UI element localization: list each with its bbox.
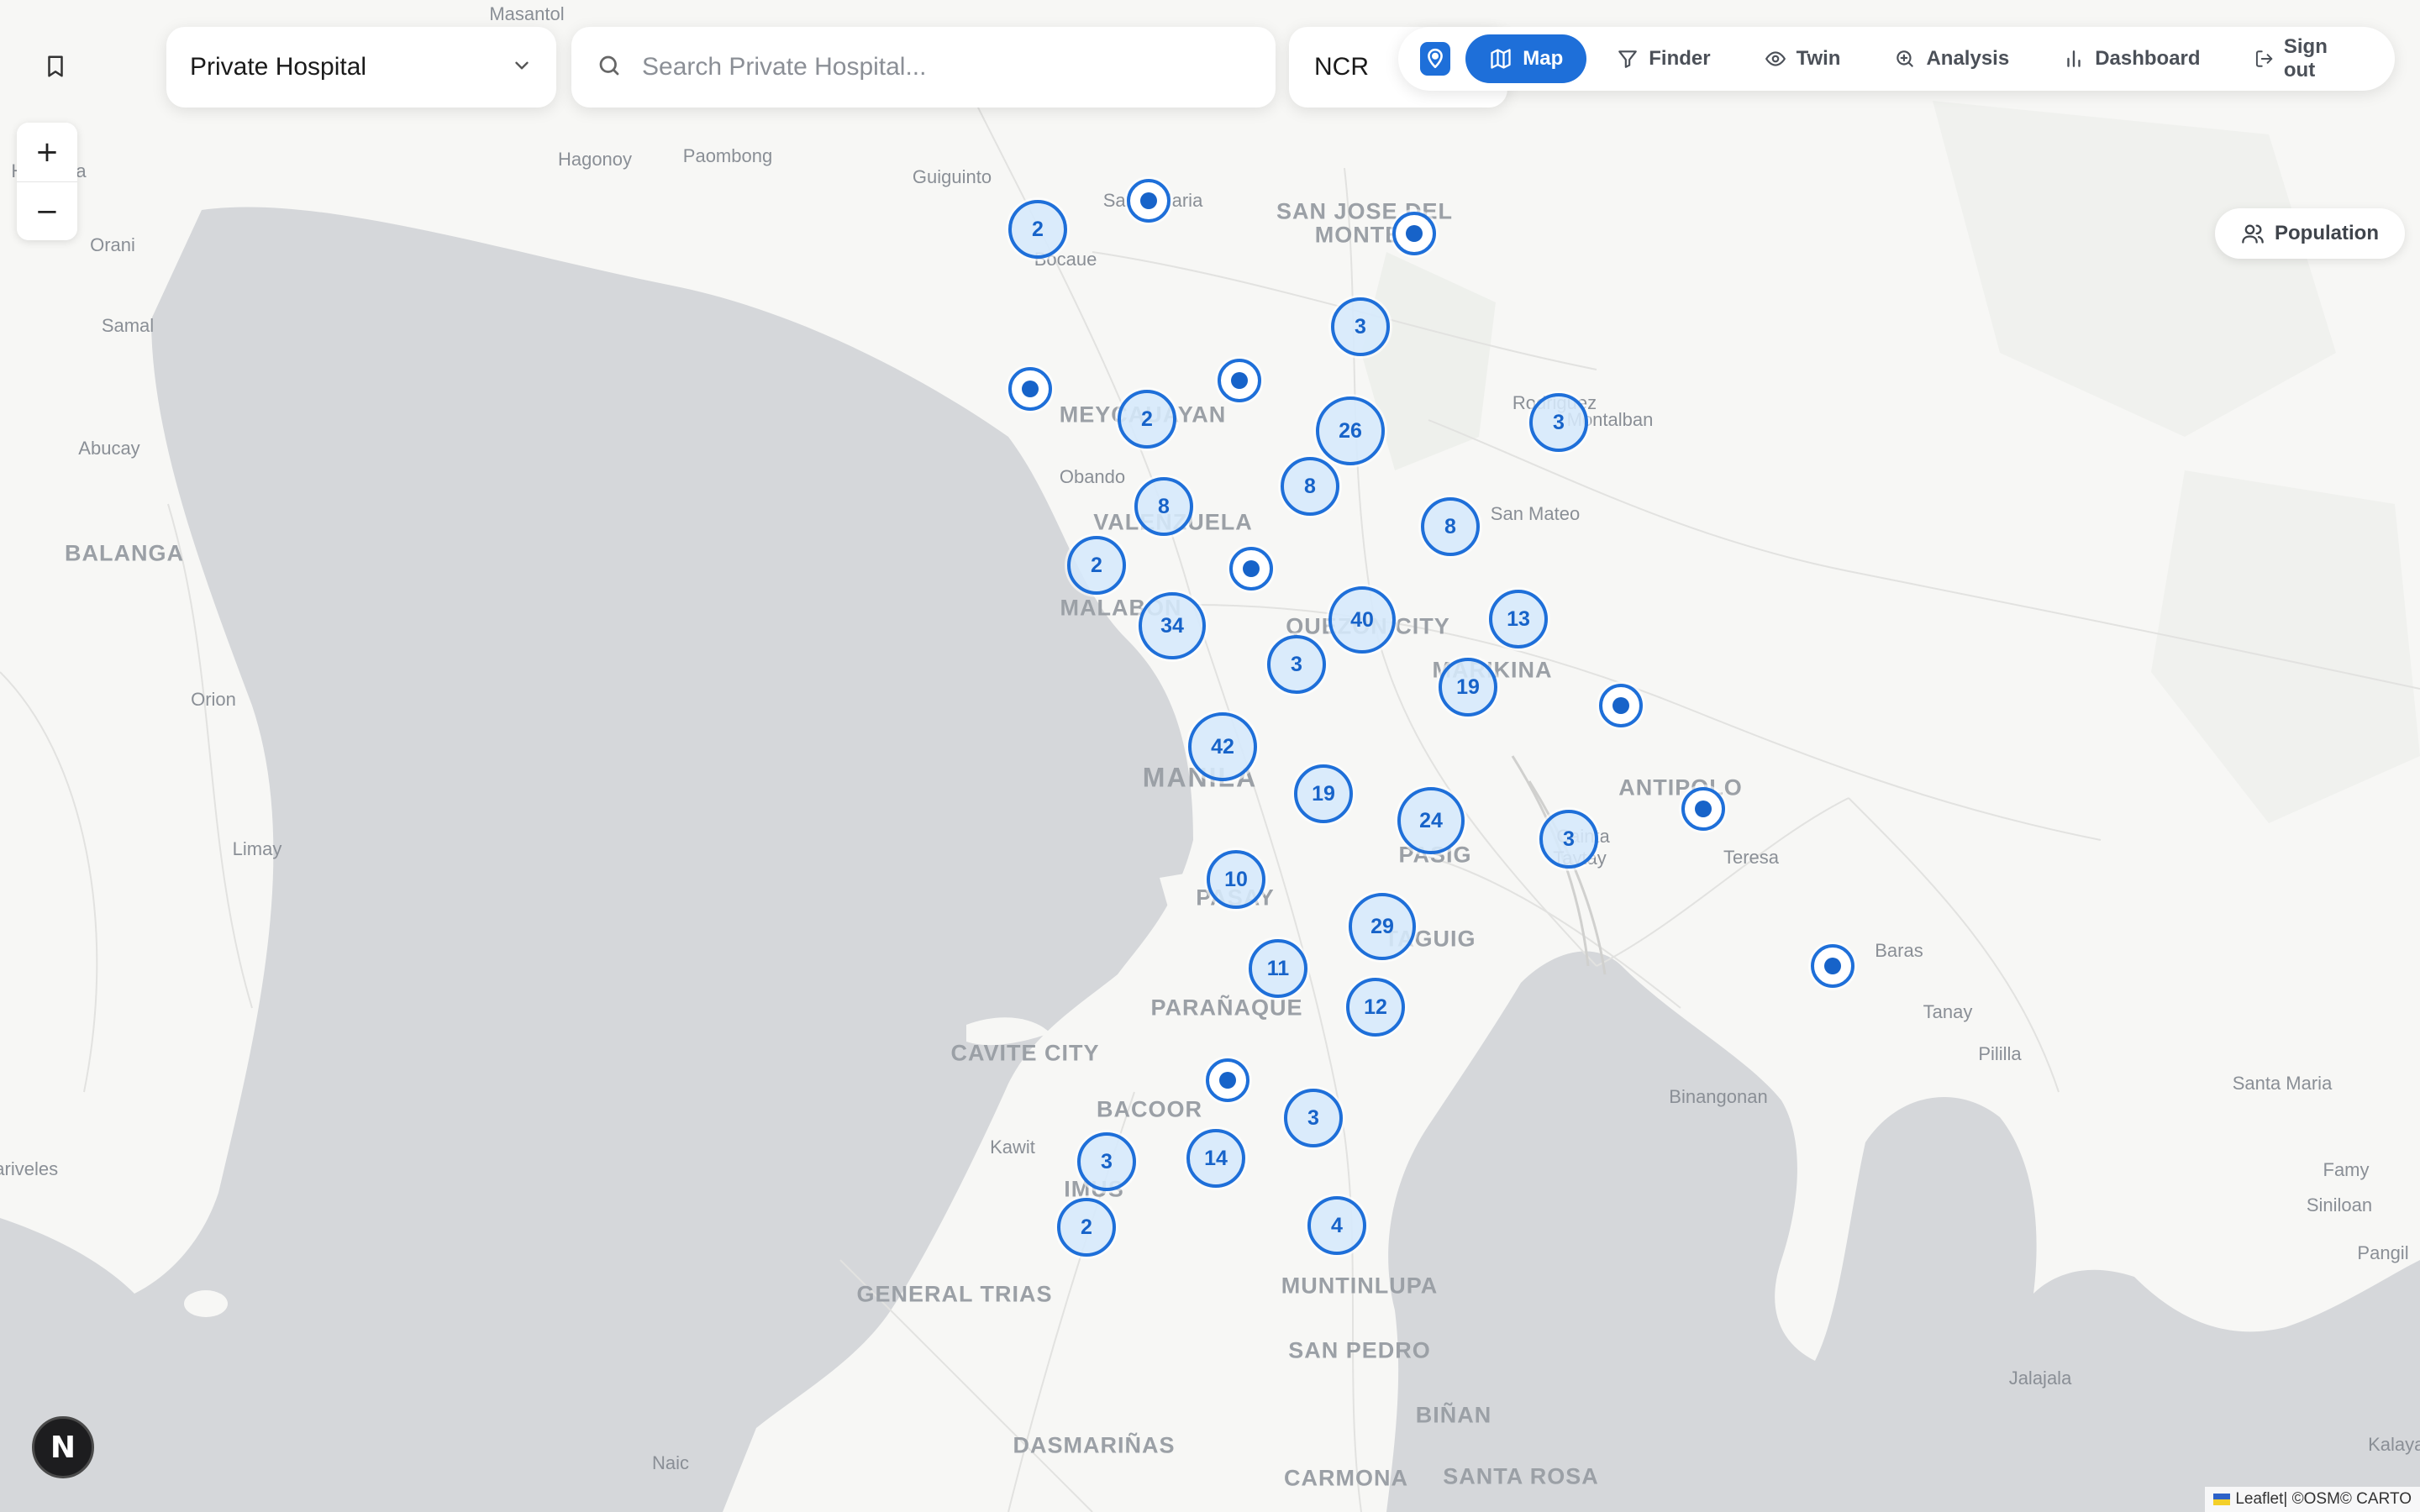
carto-credit: © CARTO [2339, 1490, 2412, 1508]
island [184, 1290, 228, 1317]
hospital-cluster-marker[interactable]: 3 [1539, 810, 1598, 869]
hospital-cluster-marker[interactable]: 10 [1207, 850, 1265, 909]
chevron-down-icon [511, 55, 533, 81]
hospital-cluster-marker[interactable]: 8 [1134, 477, 1193, 536]
hospital-cluster-marker[interactable]: 11 [1249, 939, 1307, 998]
nav-tab-twin[interactable]: Twin [1741, 34, 1865, 83]
map-attribution: Leaflet | © OSM © CARTO [2205, 1487, 2420, 1512]
hospital-cluster-marker[interactable]: 8 [1421, 497, 1480, 556]
hospital-cluster-marker[interactable]: 42 [1188, 712, 1257, 781]
nav-tab-label: Map [1523, 47, 1564, 70]
hospital-marker[interactable] [1599, 684, 1643, 727]
hospital-cluster-marker[interactable]: 2 [1057, 1198, 1116, 1257]
population-label: Population [2275, 222, 2379, 244]
flag-icon [2213, 1494, 2231, 1505]
zoom-in-button[interactable]: + [17, 123, 77, 181]
bookmark-button[interactable] [27, 39, 84, 96]
search-input[interactable] [640, 52, 1250, 82]
hospital-marker[interactable] [1392, 212, 1436, 255]
hospital-cluster-marker[interactable]: 2 [1067, 536, 1126, 595]
app-logo-icon [1420, 42, 1451, 76]
hospital-cluster-marker[interactable]: 2 [1118, 390, 1176, 449]
hospital-cluster-marker[interactable]: 4 [1307, 1196, 1366, 1255]
search-bar [571, 27, 1276, 108]
hospital-cluster-marker[interactable]: 2 [1008, 200, 1067, 259]
nav-tab-dashboard[interactable]: Dashboard [2039, 34, 2223, 83]
hospital-cluster-marker[interactable]: 24 [1397, 787, 1465, 854]
main-nav: Map Finder Twin Analysis Dashboard Sign … [1398, 27, 2395, 91]
osm-link[interactable]: OSM [2304, 1490, 2340, 1509]
hospital-cluster-marker[interactable]: 3 [1529, 393, 1588, 452]
hospital-marker[interactable] [1681, 787, 1725, 831]
next-dev-badge[interactable]: N [32, 1416, 94, 1478]
map-canvas[interactable]: Masantol Hagonoy Paombong Guiguinto Sant… [0, 0, 2420, 1512]
nav-tab-label: Dashboard [2095, 47, 2201, 70]
hospital-cluster-marker[interactable]: 3 [1284, 1089, 1343, 1147]
nav-tab-label: Twin [1796, 47, 1841, 70]
map-icon [1491, 49, 1511, 69]
nav-tab-finder[interactable]: Finder [1593, 34, 1733, 83]
hospital-cluster-marker[interactable]: 3 [1267, 635, 1326, 694]
bookmark-icon [43, 55, 68, 83]
hospital-cluster-marker[interactable]: 8 [1281, 457, 1339, 516]
hospital-marker[interactable] [1008, 367, 1052, 411]
hospital-cluster-marker[interactable]: 40 [1328, 586, 1396, 654]
zoom-control: + − [17, 123, 77, 240]
hospital-cluster-marker[interactable]: 19 [1439, 658, 1497, 717]
hospital-marker[interactable] [1206, 1058, 1249, 1102]
nav-tab-label: Finder [1649, 47, 1711, 70]
nav-tab-map[interactable]: Map [1465, 34, 1587, 83]
leaflet-link[interactable]: Leaflet [2235, 1490, 2283, 1509]
hospital-cluster-marker[interactable]: 3 [1331, 297, 1390, 356]
nav-tab-label: Sign out [2283, 35, 2328, 81]
attribution-separator: | © [2283, 1490, 2304, 1508]
logout-icon [2255, 50, 2272, 67]
hospital-cluster-marker[interactable]: 13 [1489, 590, 1548, 648]
nav-tab-sign-out[interactable]: Sign out [2231, 34, 2380, 83]
hospital-cluster-marker[interactable]: 34 [1139, 592, 1206, 659]
hospital-cluster-marker[interactable]: 14 [1186, 1129, 1245, 1188]
hospital-cluster-marker[interactable]: 12 [1346, 978, 1405, 1037]
hospital-marker[interactable] [1218, 359, 1261, 402]
facility-type-value: Private Hospital [190, 53, 367, 81]
hospital-cluster-marker[interactable]: 29 [1349, 893, 1416, 960]
hospital-cluster-marker[interactable]: 26 [1316, 396, 1385, 465]
population-layer-button[interactable]: Population [2215, 208, 2405, 259]
hospital-marker[interactable] [1229, 547, 1273, 591]
nav-tab-analysis[interactable]: Analysis [1870, 34, 2033, 83]
search-icon [597, 53, 622, 82]
nav-tab-label: Analysis [1926, 47, 2010, 70]
eye-icon [1765, 51, 1786, 66]
zoom-out-button[interactable]: − [17, 181, 77, 240]
zoom-search-icon [1897, 50, 1914, 67]
hospital-marker[interactable] [1127, 179, 1171, 223]
bar-chart-icon [2067, 50, 2081, 67]
hospital-marker[interactable] [1811, 944, 1854, 988]
filter-icon [1618, 50, 1638, 68]
region-value: NCR [1314, 53, 1369, 81]
facility-type-select[interactable]: Private Hospital [166, 27, 556, 108]
users-icon [2242, 224, 2264, 244]
hospital-cluster-marker[interactable]: 19 [1294, 764, 1353, 823]
hospital-cluster-marker[interactable]: 3 [1077, 1132, 1136, 1191]
